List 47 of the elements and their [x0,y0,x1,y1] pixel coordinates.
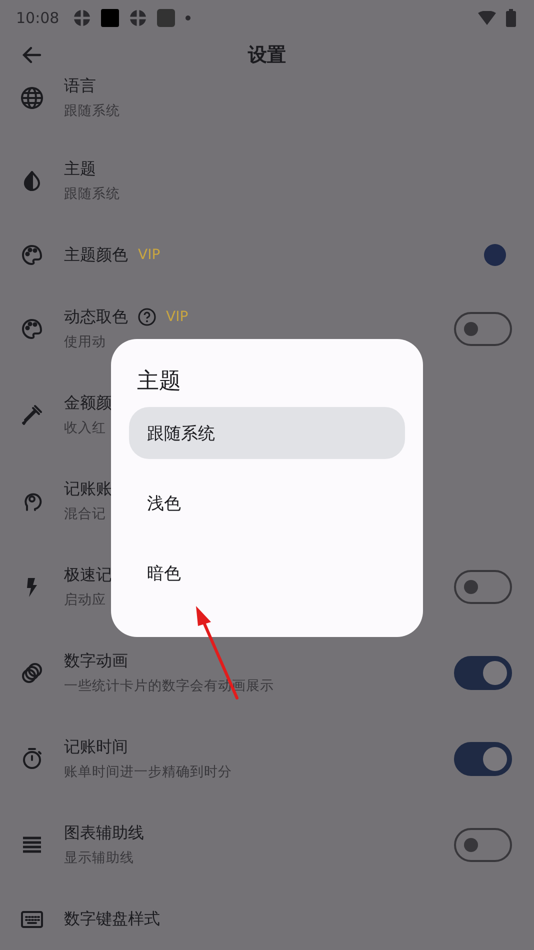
setting-title[interactable]: 极速记 [64,564,112,586]
toggle-switch[interactable] [454,570,512,604]
setting-title[interactable]: 金额颜 [64,392,112,414]
theme-option[interactable]: 跟随系统 [129,407,405,459]
setting-description: 混合记 [64,505,106,524]
square-icon [157,9,176,27]
palette-icon [20,317,44,341]
setting-title[interactable]: 记账账 [64,478,112,500]
setting-title[interactable]: 记账时间 [64,736,128,758]
globe-icon [20,86,44,110]
eyedropper-icon [20,403,44,427]
setting-description: 账单时间进一步精确到时分 [64,763,232,782]
setting-description: 收入红 [64,419,106,438]
toggle-switch[interactable] [454,742,512,776]
vip-label: VIP [166,309,188,325]
setting-description: 跟随系统 [64,185,120,204]
setting-description: 使用动 [64,333,106,352]
setting-title[interactable]: 图表辅助线 [64,822,144,844]
setting-description: 启动应 [64,591,106,610]
setting-title[interactable]: 主题 [64,158,96,180]
setting-title[interactable]: 主题颜色 [64,244,128,266]
status-time: 10:08 [16,9,60,27]
square-icon [101,9,120,27]
color-swatch[interactable] [484,244,506,266]
page-title: 设置 [248,44,286,66]
help-icon[interactable] [138,308,156,326]
theme-option[interactable]: 暗色 [129,547,405,599]
dot-icon [185,15,192,21]
rings-icon [20,661,44,685]
setting-title[interactable]: 数字键盘样式 [64,908,160,930]
toggle-switch[interactable] [454,312,512,346]
vip-label: VIP [138,247,160,263]
setting-title[interactable]: 动态取色 [64,306,128,328]
battery-icon [506,9,516,27]
setting-description: 显示辅助线 [64,849,134,868]
dialog-title: 主题 [137,369,181,394]
timer-icon [20,747,44,771]
palette-icon [20,243,44,267]
theme-option[interactable]: 浅色 [129,477,405,529]
aperture-icon [129,9,148,27]
toggle-switch[interactable] [454,828,512,862]
wifi-icon [478,11,496,25]
setting-title[interactable]: 语言 [64,75,96,97]
setting-description: 跟随系统 [64,102,120,121]
toggle-switch[interactable] [454,656,512,690]
aperture-icon [73,9,92,27]
setting-title[interactable]: 数字动画 [64,650,128,672]
